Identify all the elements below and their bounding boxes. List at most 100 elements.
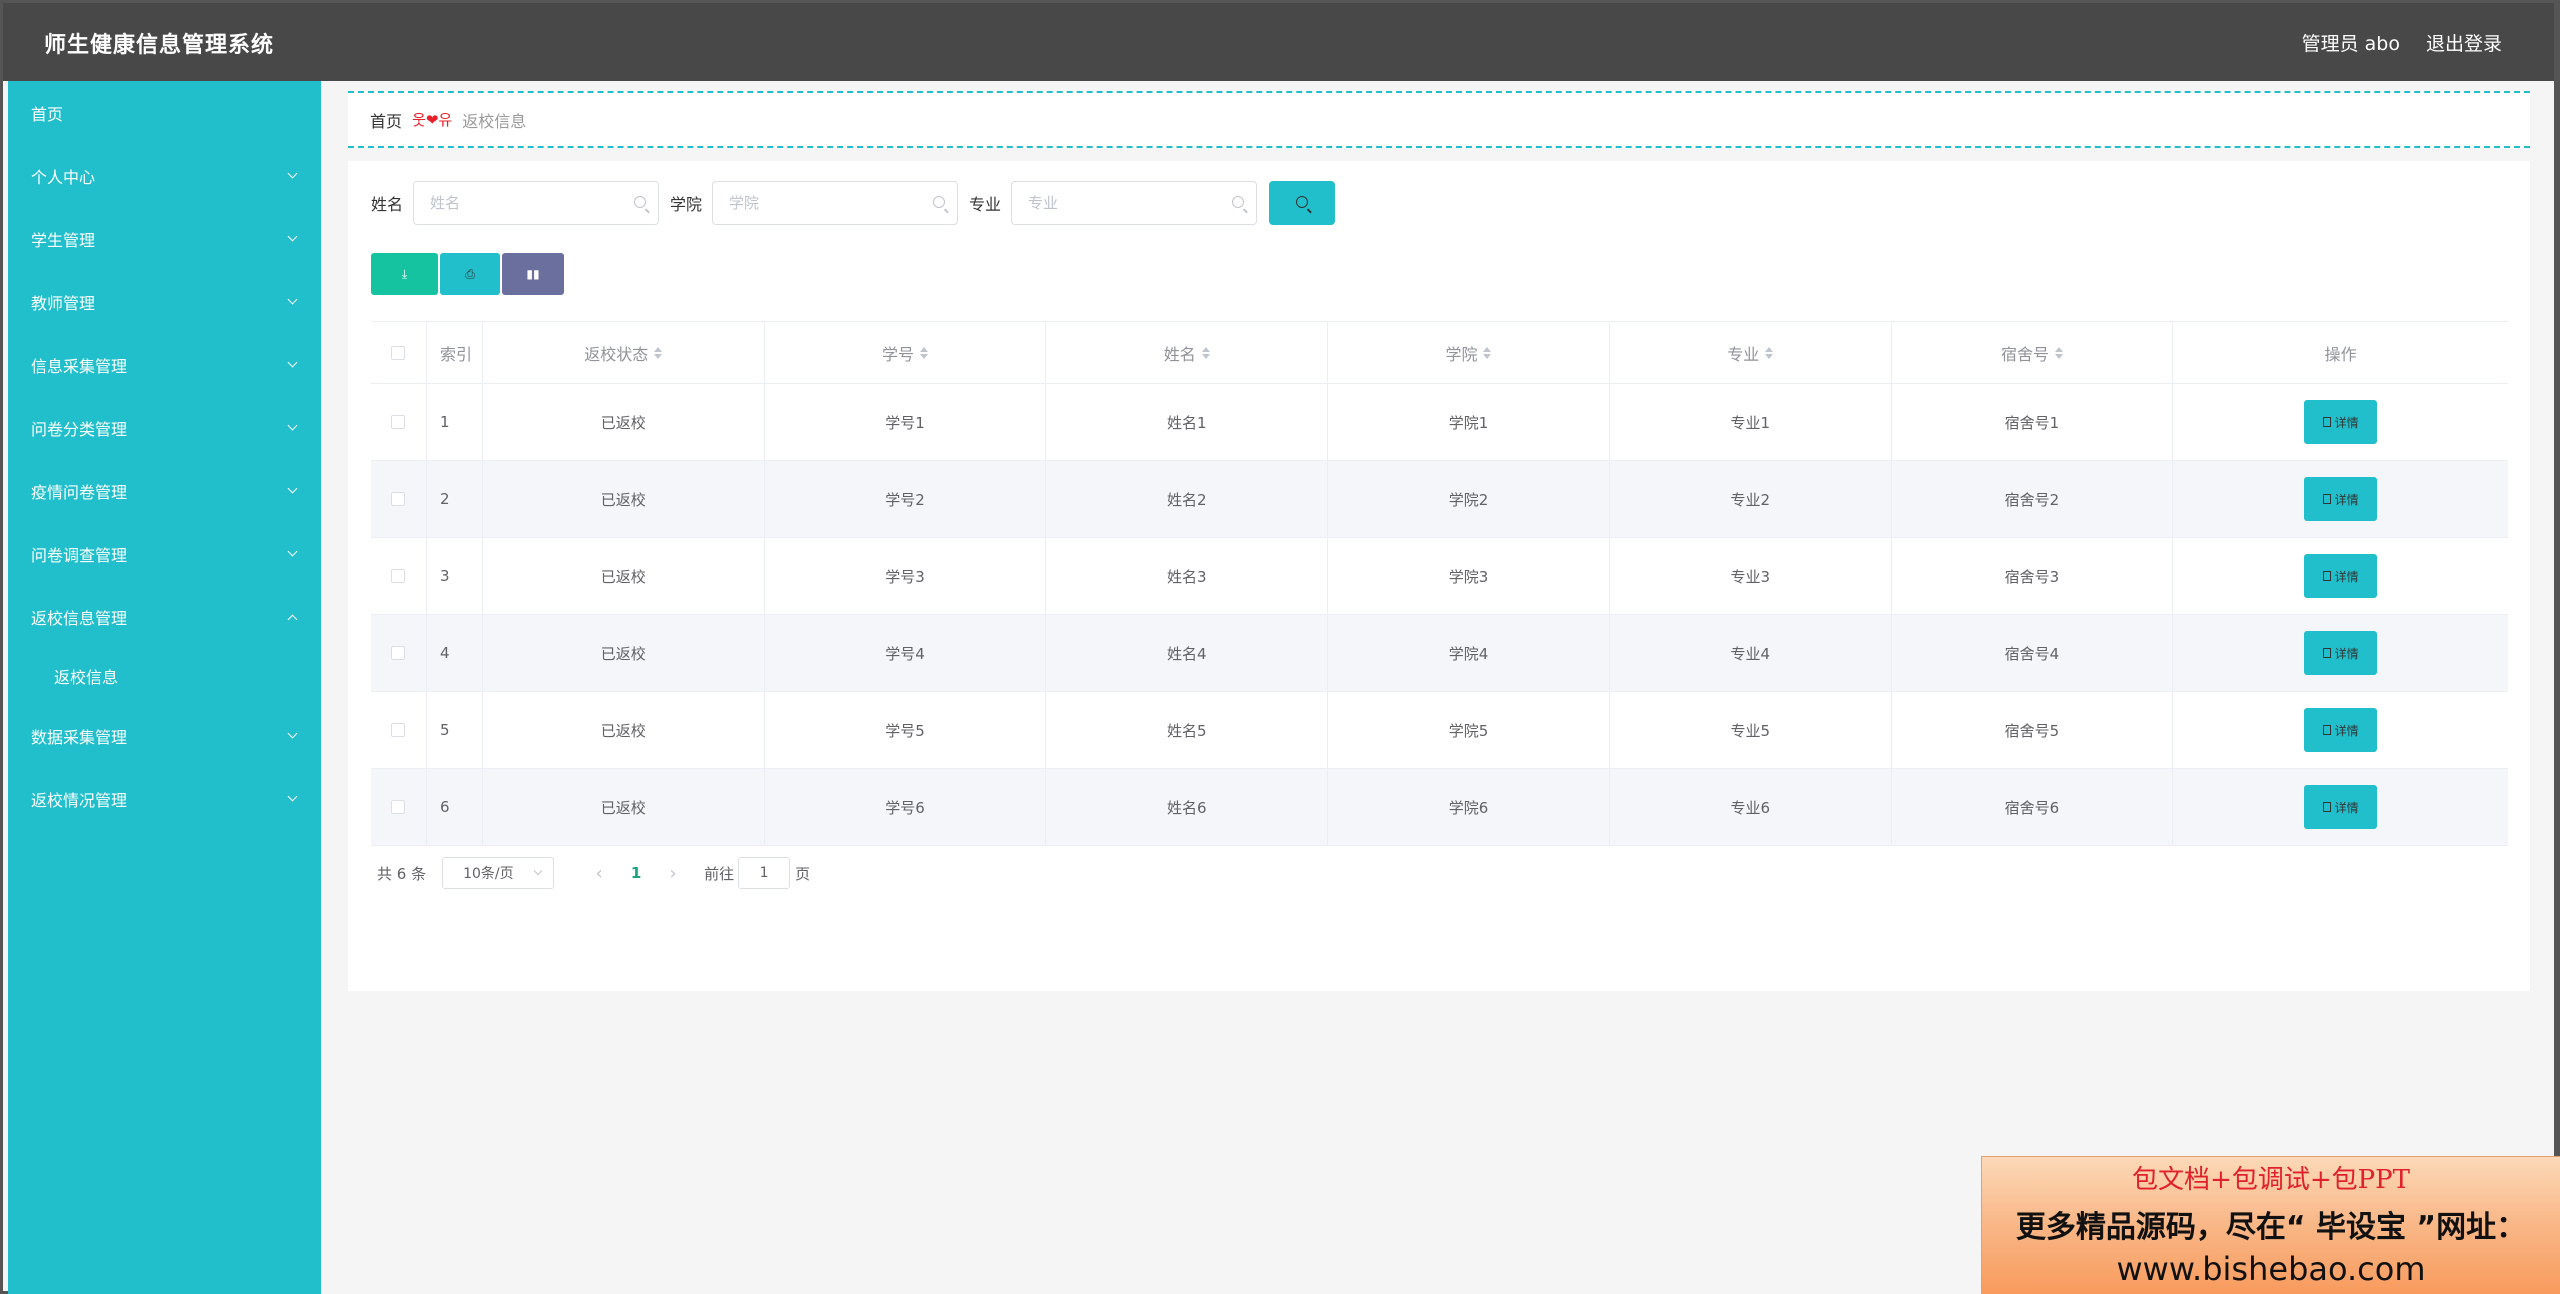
search-button[interactable]	[1269, 181, 1336, 225]
sidebar-item-personal-center[interactable]: 个人中心	[8, 144, 321, 207]
cell-major: 专业6	[1610, 769, 1892, 845]
search-icon	[634, 196, 647, 208]
row-checkbox[interactable]	[391, 723, 406, 737]
sidebar-item-home[interactable]: 首页	[8, 81, 321, 144]
cell-student-id: 学号5	[765, 692, 1047, 768]
sidebar-subitem-return-info[interactable]: 返校信息	[8, 648, 321, 704]
cell-name: 姓名2	[1046, 461, 1329, 537]
row-checkbox[interactable]	[391, 800, 406, 814]
prev-page-icon[interactable]: ‹	[584, 863, 614, 884]
row-checkbox[interactable]	[391, 569, 406, 583]
sidebar-item-label: 教师管理	[31, 293, 96, 313]
header-name[interactable]: 姓名	[1046, 322, 1329, 383]
sidebar-item-return-status[interactable]: 返校情况管理	[8, 767, 321, 830]
cell-name: 姓名5	[1046, 692, 1329, 768]
table-header: 索引 返校状态 学号 姓名 学院 专业 宿舍号 操作	[371, 322, 2508, 384]
cell-index: 1	[427, 384, 483, 460]
name-label: 姓名	[371, 195, 404, 214]
export-button[interactable]: ⤓	[371, 253, 438, 295]
breadcrumb-home[interactable]: 首页	[370, 108, 402, 132]
cell-status: 已返校	[483, 538, 765, 614]
sort-icon[interactable]	[1765, 346, 1774, 359]
detail-button[interactable]: 详情	[2304, 631, 2378, 675]
document-icon	[2322, 571, 2331, 581]
row-checkbox[interactable]	[391, 415, 406, 429]
major-search-input[interactable]	[1012, 182, 1257, 224]
sort-icon[interactable]	[1483, 346, 1492, 359]
header-label: 返校状态	[584, 344, 649, 364]
current-user[interactable]: 管理员 abo	[2302, 29, 2400, 56]
sidebar-item-epidemic-questionnaire[interactable]: 疫情问卷管理	[8, 459, 321, 522]
detail-label: 详情	[2334, 569, 2359, 584]
page-size-value: 10条/页	[463, 866, 514, 882]
sidebar-item-label: 疫情问卷管理	[31, 482, 128, 502]
sidebar-item-data-collection[interactable]: 数据采集管理	[8, 704, 321, 767]
sidebar-item-info-collection[interactable]: 信息采集管理	[8, 333, 321, 396]
print-button[interactable]: ⎙	[440, 253, 500, 295]
document-icon	[2322, 802, 2331, 812]
cell-status: 已返校	[483, 461, 765, 537]
goto-page-input[interactable]	[738, 857, 791, 889]
search-icon	[1232, 196, 1245, 208]
header-college[interactable]: 学院	[1328, 322, 1610, 383]
sort-icon[interactable]	[654, 346, 663, 359]
sort-icon[interactable]	[920, 346, 929, 359]
return-info-table: 索引 返校状态 学号 姓名 学院 专业 宿舍号 操作 1 已返校 学号1 姓名1…	[371, 321, 2508, 846]
cell-status: 已返校	[483, 384, 765, 460]
detail-label: 详情	[2334, 415, 2359, 430]
detail-button[interactable]: 详情	[2304, 477, 2378, 521]
select-all-checkbox[interactable]	[391, 345, 406, 360]
sort-icon[interactable]	[2054, 346, 2063, 359]
header-label: 宿舍号	[2000, 344, 2049, 364]
sidebar-item-label: 返校情况管理	[31, 790, 128, 810]
search-form: 姓名 学院 专业	[371, 181, 1336, 225]
cell-index: 4	[427, 615, 483, 691]
detail-button[interactable]: 详情	[2304, 785, 2378, 829]
cell-major: 专业5	[1610, 692, 1892, 768]
cell-name: 姓名3	[1046, 538, 1329, 614]
page-number-current[interactable]: 1	[614, 864, 658, 882]
college-search-input[interactable]	[713, 182, 958, 224]
sidebar-item-students[interactable]: 学生管理	[8, 207, 321, 270]
page-size-select[interactable]: 10条/页	[442, 857, 555, 889]
row-check-cell	[371, 615, 427, 691]
cell-dorm: 宿舍号6	[1892, 769, 2174, 845]
detail-button[interactable]: 详情	[2304, 554, 2378, 598]
document-icon	[2322, 417, 2331, 427]
header-dorm[interactable]: 宿舍号	[1892, 322, 2174, 383]
cell-dorm: 宿舍号5	[1892, 692, 2174, 768]
sidebar: 首页 个人中心 学生管理 教师管理 信息采集管理 问卷分类管理 疫情问卷管理 问…	[8, 81, 321, 1294]
cell-status: 已返校	[483, 692, 765, 768]
header-index: 索引	[427, 322, 483, 383]
cell-college: 学院1	[1328, 384, 1610, 460]
next-page-icon[interactable]: ›	[658, 863, 688, 884]
header-label: 姓名	[1163, 344, 1196, 364]
cell-status: 已返校	[483, 615, 765, 691]
logout-link[interactable]: 退出登录	[2426, 29, 2502, 56]
sidebar-item-teachers[interactable]: 教师管理	[8, 270, 321, 333]
row-checkbox[interactable]	[391, 646, 406, 660]
sidebar-item-return-info[interactable]: 返校信息管理	[8, 585, 321, 648]
detail-label: 详情	[2334, 723, 2359, 738]
chevron-down-icon	[287, 728, 298, 738]
sort-icon[interactable]	[1201, 346, 1210, 359]
header-status[interactable]: 返校状态	[483, 322, 765, 383]
select-all-cell	[371, 322, 427, 383]
sidebar-item-survey[interactable]: 问卷调查管理	[8, 522, 321, 585]
table-row: 2 已返校 学号2 姓名2 学院2 专业2 宿舍号2 详情	[371, 461, 2508, 538]
header-major[interactable]: 专业	[1610, 322, 1892, 383]
name-search-input[interactable]	[414, 182, 659, 224]
detail-button[interactable]: 详情	[2304, 400, 2378, 444]
statistics-button[interactable]: ▮▮	[502, 253, 564, 295]
sidebar-item-questionnaire-category[interactable]: 问卷分类管理	[8, 396, 321, 459]
cell-actions: 详情	[2173, 769, 2508, 845]
cell-status: 已返校	[483, 769, 765, 845]
header-student-id[interactable]: 学号	[765, 322, 1047, 383]
cell-college: 学院2	[1328, 461, 1610, 537]
promo-banner: 包文档+包调试+包PPT 更多精品源码，尽在“ 毕设宝 ”网址： www.bis…	[1981, 1156, 2560, 1294]
cell-actions: 详情	[2173, 692, 2508, 768]
detail-button[interactable]: 详情	[2304, 708, 2378, 752]
row-checkbox[interactable]	[391, 492, 406, 506]
chevron-down-icon	[287, 483, 298, 493]
detail-label: 详情	[2334, 646, 2359, 661]
